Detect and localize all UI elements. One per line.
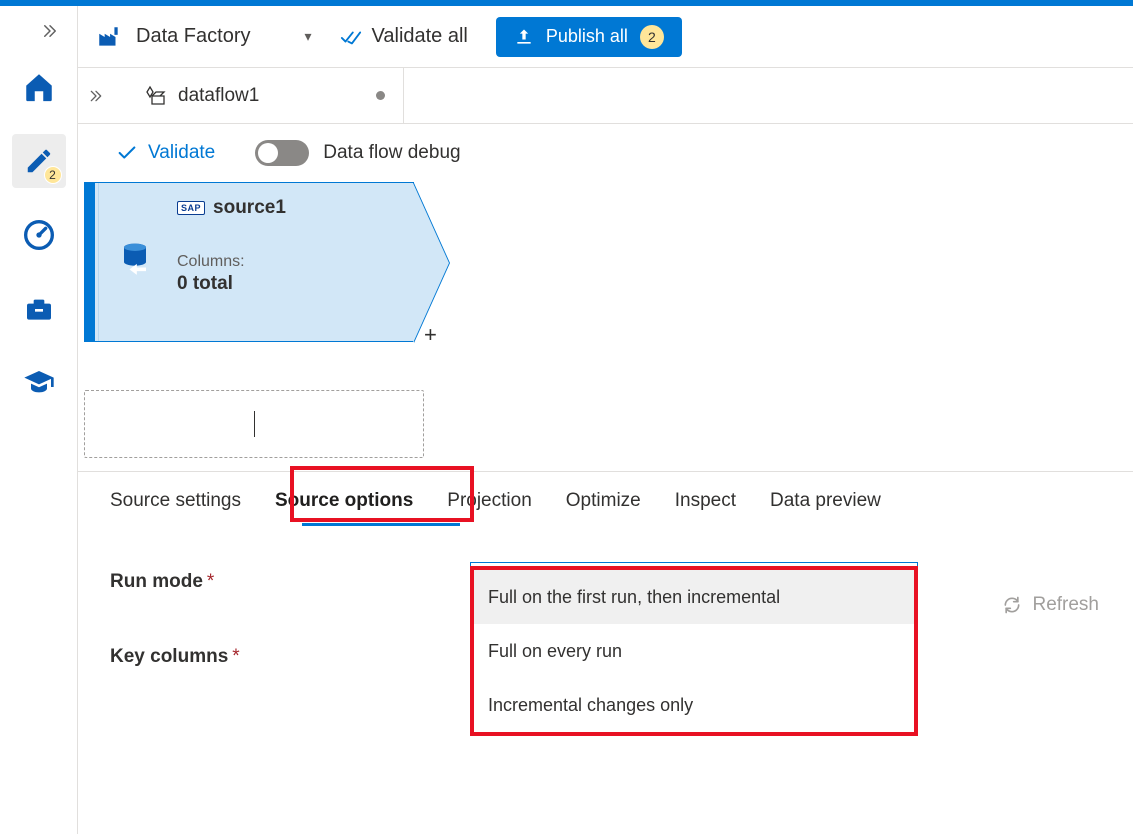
unsaved-indicator-icon	[376, 91, 385, 100]
settings-tab-bar: Source settings Source options Projectio…	[78, 472, 1133, 526]
required-indicator: *	[207, 571, 214, 592]
rail-collapse-button[interactable]	[0, 12, 77, 50]
node-columns-value: 0 total	[177, 273, 403, 295]
factory-icon	[96, 24, 122, 50]
nav-manage[interactable]	[12, 282, 66, 336]
tab-source-settings[interactable]: Source settings	[110, 490, 241, 526]
toolbox-icon	[23, 293, 55, 325]
validate-all-button[interactable]: Validate all	[340, 25, 468, 48]
drop-target[interactable]	[84, 390, 424, 458]
nav-author[interactable]: 2	[12, 134, 66, 188]
tab-inspect[interactable]: Inspect	[675, 490, 736, 526]
run-mode-label: Run mode	[110, 571, 203, 592]
debug-label: Data flow debug	[323, 142, 460, 164]
workspace-select[interactable]: Data Factory ▾	[96, 24, 312, 50]
refresh-label: Refresh	[1032, 594, 1099, 616]
double-chevron-right-icon	[41, 22, 59, 40]
annotation-highlight	[290, 466, 474, 522]
dataflow-action-row: Validate Data flow debug	[78, 124, 1133, 182]
tab-optimize[interactable]: Optimize	[566, 490, 641, 526]
toolbar: Data Factory ▾ Validate all Publish all …	[78, 6, 1133, 68]
chevron-down-icon: ▾	[304, 28, 311, 45]
add-transform-button[interactable]: +	[424, 322, 437, 348]
editor-tab-dataflow1[interactable]: dataflow1	[124, 68, 404, 123]
run-mode-dropdown: Full on the first run, then incremental …	[470, 566, 918, 736]
dataflow-canvas[interactable]: SAP source1 Columns: 0 total +	[78, 182, 1133, 472]
editor-tab-label: dataflow1	[178, 85, 259, 107]
text-cursor-icon	[254, 411, 255, 437]
node-accent	[85, 183, 95, 341]
upload-icon	[514, 27, 534, 47]
dropdown-option[interactable]: Full on every run	[474, 624, 914, 678]
refresh-icon	[1002, 595, 1022, 615]
gauge-icon	[23, 219, 55, 251]
required-indicator: *	[232, 646, 239, 667]
author-badge: 2	[44, 166, 62, 184]
validate-button[interactable]: Validate	[116, 142, 215, 164]
panel-collapse-button[interactable]	[88, 88, 124, 104]
dataflow-icon	[144, 84, 168, 108]
nav-home[interactable]	[12, 60, 66, 114]
left-rail: 2	[0, 6, 78, 834]
key-columns-label: Key columns	[110, 646, 228, 667]
node-columns-label: Columns:	[177, 253, 403, 271]
tab-data-preview[interactable]: Data preview	[770, 490, 881, 526]
publish-badge: 2	[640, 25, 664, 49]
validate-label: Validate	[148, 142, 215, 164]
refresh-button[interactable]: Refresh	[1002, 594, 1099, 616]
dropdown-option[interactable]: Full on the first run, then incremental	[474, 570, 914, 624]
node-output-arrow-icon	[413, 183, 449, 343]
home-icon	[22, 70, 56, 104]
graduation-cap-icon	[23, 367, 55, 399]
sap-badge-icon: SAP	[177, 201, 205, 215]
source-node[interactable]: SAP source1 Columns: 0 total	[84, 182, 414, 342]
source-options-panel: Run mode* Full on the first run, then in…	[78, 526, 1133, 712]
publish-all-label: Publish all	[546, 26, 628, 47]
debug-toggle[interactable]	[255, 140, 309, 166]
double-chevron-right-icon	[88, 88, 104, 104]
database-export-icon	[113, 240, 157, 284]
node-title: source1	[213, 197, 286, 219]
double-check-icon	[340, 26, 362, 48]
check-icon	[116, 142, 138, 164]
nav-learn[interactable]	[12, 356, 66, 410]
editor-tab-bar: dataflow1	[78, 68, 1133, 124]
publish-all-button[interactable]: Publish all 2	[496, 17, 682, 57]
nav-monitor[interactable]	[12, 208, 66, 262]
validate-all-label: Validate all	[372, 25, 468, 48]
workspace-label: Data Factory	[136, 25, 250, 48]
dropdown-option[interactable]: Incremental changes only	[474, 678, 914, 732]
